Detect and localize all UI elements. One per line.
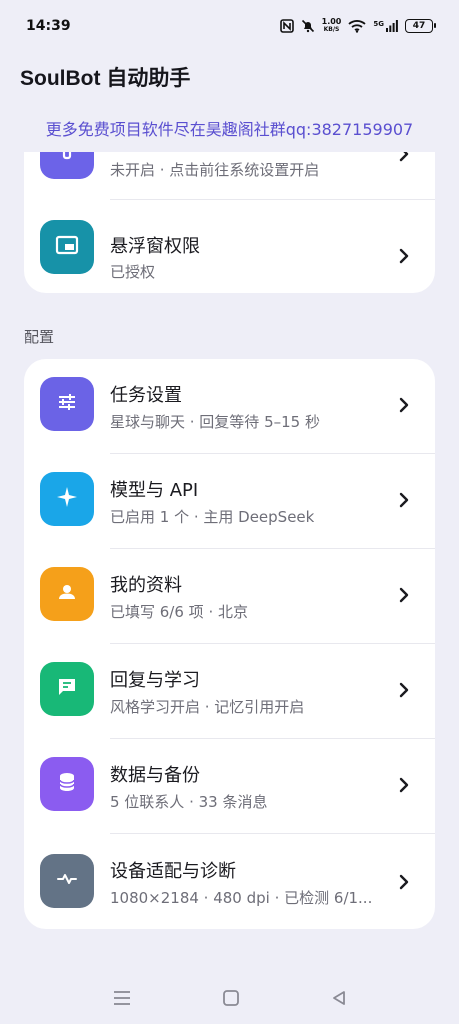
accessibility-permission-row[interactable]: 未开启 · 点击前往系统设置开启 <box>24 152 435 204</box>
chevron-right-icon <box>399 248 409 264</box>
overlay-permission-row[interactable]: 悬浮窗权限 已授权 <box>24 199 435 293</box>
task-settings-icon-tile <box>40 377 94 431</box>
chevron-right-icon <box>399 777 409 793</box>
chevron-right-icon <box>399 587 409 603</box>
row-title: 数据与备份 <box>110 765 200 786</box>
overlay-icon-tile <box>40 220 94 274</box>
permissions-card: 未开启 · 点击前往系统设置开启 悬浮窗权限 已授权 <box>24 152 435 293</box>
status-time: 14:39 <box>26 18 71 34</box>
reply-learning-row[interactable]: 回复与学习 风格学习开启 · 记忆引用开启 <box>24 644 435 739</box>
row-subtitle: 已启用 1 个 · 主用 DeepSeek <box>110 508 315 526</box>
data-backup-icon-tile <box>40 757 94 811</box>
menu-icon[interactable] <box>112 990 132 1006</box>
system-nav-bar <box>0 972 459 1024</box>
user-icon <box>55 580 79 608</box>
settings-scroll[interactable]: 未开启 · 点击前往系统设置开启 悬浮窗权限 已授权 配置 任务设置 星球与聊天… <box>0 152 459 972</box>
picture-in-picture-icon <box>54 233 80 261</box>
chevron-right-icon <box>399 874 409 890</box>
accessibility-icon-tile <box>40 152 94 179</box>
status-bar: 14:39 1.00 KB/S 5G 47 <box>0 0 459 52</box>
cellular-signal-icon: 5G <box>373 20 398 32</box>
data-backup-row[interactable]: 数据与备份 5 位联系人 · 33 条消息 <box>24 739 435 834</box>
chat-icon <box>55 675 79 703</box>
wifi-icon <box>348 19 366 33</box>
row-subtitle: 风格学习开启 · 记忆引用开启 <box>110 698 305 716</box>
chevron-right-icon <box>399 152 409 162</box>
reply-learning-icon-tile <box>40 662 94 716</box>
row-title: 我的资料 <box>110 575 182 596</box>
row-subtitle: 未开启 · 点击前往系统设置开启 <box>110 161 320 179</box>
config-card: 任务设置 星球与聊天 · 回复等待 5–15 秒 模型与 API 已启用 1 个… <box>24 359 435 929</box>
network-speed: 1.00 KB/S <box>322 18 342 34</box>
model-api-icon-tile <box>40 472 94 526</box>
row-subtitle: 星球与聊天 · 回复等待 5–15 秒 <box>110 413 320 431</box>
row-title: 悬浮窗权限 <box>110 236 200 257</box>
row-title: 模型与 API <box>110 480 199 501</box>
row-subtitle: 5 位联系人 · 33 条消息 <box>110 793 268 811</box>
status-icons: 1.00 KB/S 5G 47 <box>279 18 436 34</box>
database-icon <box>55 770 79 798</box>
network-type: 5G <box>373 20 384 28</box>
section-label-config: 配置 <box>24 328 55 346</box>
row-subtitle: 已授权 <box>110 263 156 281</box>
back-icon[interactable] <box>330 989 348 1007</box>
network-speed-unit: KB/S <box>323 26 340 33</box>
accessibility-icon <box>55 152 79 166</box>
row-title: 设备适配与诊断 <box>110 861 236 882</box>
row-subtitle: 已填写 6/6 项 · 北京 <box>110 603 248 621</box>
sparkle-icon <box>55 485 79 513</box>
profile-row[interactable]: 我的资料 已填写 6/6 项 · 北京 <box>24 549 435 644</box>
network-speed-value: 1.00 <box>321 17 342 26</box>
nfc-icon <box>279 19 294 33</box>
device-diagnostics-icon-tile <box>40 854 94 908</box>
promo-banner: 更多免费项目软件尽在昊趣阁社群qq:3827159907 <box>45 120 414 139</box>
row-subtitle: 1080×2184 · 480 dpi · 已检测 6/1... <box>110 889 373 907</box>
chevron-right-icon <box>399 397 409 413</box>
model-api-row[interactable]: 模型与 API 已启用 1 个 · 主用 DeepSeek <box>24 454 435 549</box>
home-icon[interactable] <box>222 989 240 1007</box>
chevron-right-icon <box>399 492 409 508</box>
row-title: 回复与学习 <box>110 670 200 691</box>
sliders-icon <box>55 390 79 418</box>
device-diagnostics-row[interactable]: 设备适配与诊断 1080×2184 · 480 dpi · 已检测 6/1... <box>24 834 435 929</box>
profile-icon-tile <box>40 567 94 621</box>
battery-indicator: 47 <box>405 19 436 33</box>
task-settings-row[interactable]: 任务设置 星球与聊天 · 回复等待 5–15 秒 <box>24 359 435 454</box>
mute-bell-icon <box>301 19 315 33</box>
app-title: SoulBot 自动助手 <box>20 67 191 90</box>
pulse-icon <box>55 867 79 895</box>
chevron-right-icon <box>399 682 409 698</box>
row-title: 任务设置 <box>110 385 182 406</box>
